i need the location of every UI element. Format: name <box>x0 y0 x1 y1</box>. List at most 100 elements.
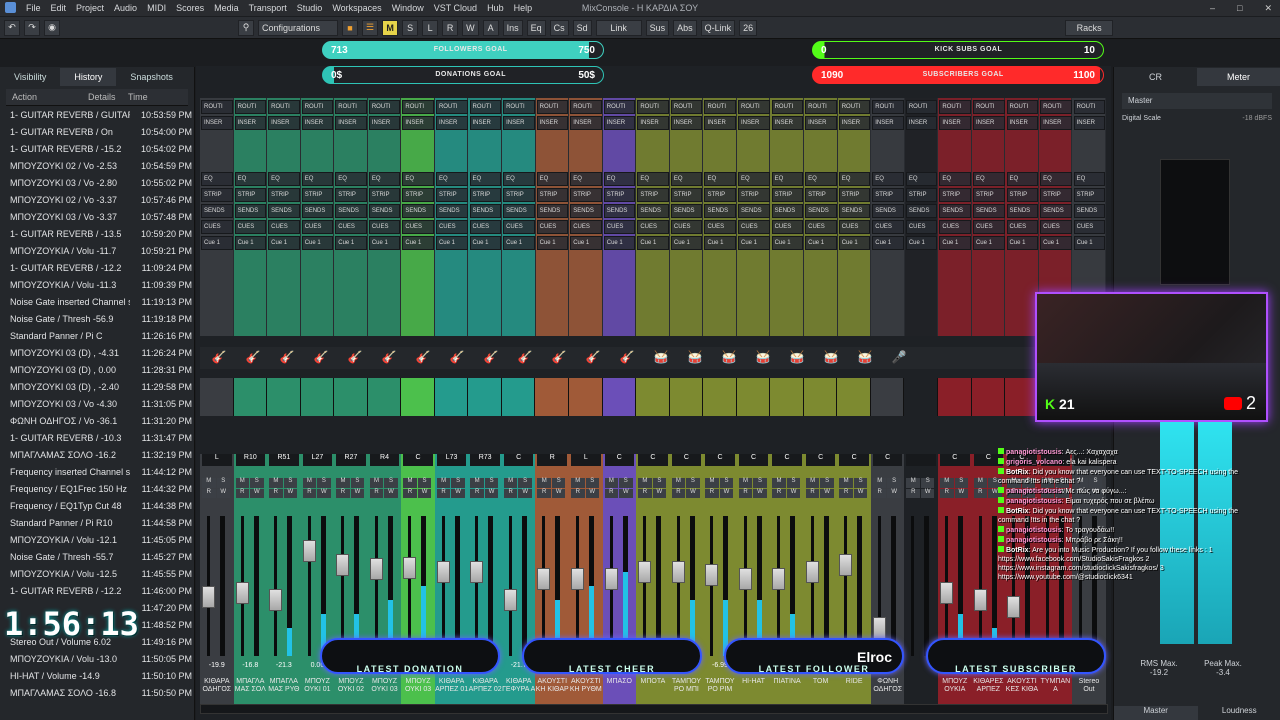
rack-button[interactable]: SENDS <box>201 204 233 218</box>
rack-button[interactable]: INSER <box>536 116 569 130</box>
rack-button[interactable]: STRIP <box>1073 188 1106 202</box>
ms-button[interactable]: W <box>350 488 365 498</box>
ms-button[interactable]: M <box>470 478 484 488</box>
ms-button[interactable]: S <box>250 478 264 488</box>
ms-button[interactable]: M <box>369 478 384 488</box>
history-row[interactable]: Standard Panner / Pi R10 11:44:58 PM <box>0 514 194 531</box>
rack-button[interactable]: CUES <box>905 220 938 234</box>
fader-cap[interactable] <box>336 554 350 576</box>
rack-button[interactable]: EQ <box>905 172 938 186</box>
ms-button[interactable]: M <box>872 478 887 488</box>
menu-item-9[interactable]: Workspaces <box>332 3 381 13</box>
history-row[interactable]: ΜΠΟΥΖΟΥΚΙΑ / Volu -12.1 11:45:05 PM <box>0 531 194 548</box>
rack-button[interactable]: CUES <box>234 220 267 234</box>
fader-cap[interactable] <box>872 617 886 639</box>
ms-button[interactable]: W <box>250 488 264 498</box>
history-row[interactable]: ΜΠΑΓΛΑΜΑΣ ΣΟΛΟ -16.8 11:50:50 PM <box>0 684 194 701</box>
ms-button[interactable]: R <box>906 488 920 498</box>
rack-button[interactable]: Cue 1 <box>503 236 535 250</box>
tab-meter[interactable]: Meter <box>1197 68 1280 86</box>
ms-button[interactable]: M <box>940 478 954 488</box>
rack-button[interactable]: ROUTI <box>738 100 770 114</box>
ms-button[interactable]: W <box>585 488 600 498</box>
rack-button[interactable]: CUES <box>469 220 502 234</box>
ms-button[interactable]: W <box>283 488 298 498</box>
racks-dropdown[interactable]: Racks <box>1065 19 1114 36</box>
history-row[interactable]: Noise Gate / Thresh -55.7 11:45:27 PM <box>0 548 194 565</box>
tab-visibility[interactable]: Visibility <box>0 68 60 86</box>
rack-button[interactable]: INSER <box>1073 116 1106 130</box>
pan-label[interactable]: C <box>940 454 970 466</box>
pan-label[interactable]: C <box>705 454 735 466</box>
ms-button[interactable]: S <box>820 478 834 488</box>
fader-track[interactable] <box>676 516 680 656</box>
ms-button[interactable]: W <box>619 488 633 498</box>
rack-button[interactable]: CUES <box>939 220 971 234</box>
history-row[interactable]: ΜΠΟΥΖΟΥΚΙ 03 (D) , -2.40 11:29:58 PM <box>0 378 194 395</box>
rack-button[interactable]: EQ <box>738 172 770 186</box>
rack-button[interactable]: STRIP <box>570 188 602 202</box>
cs-button[interactable]: Cs <box>549 19 569 36</box>
tab-cr[interactable]: CR <box>1114 68 1197 86</box>
channel-color-block[interactable] <box>267 378 301 416</box>
volume-readout[interactable]: -19.9 <box>200 662 234 669</box>
menu-item-11[interactable]: VST Cloud <box>434 3 477 13</box>
rack-button[interactable]: ROUTI <box>503 100 535 114</box>
pan-label[interactable]: R73 <box>470 454 500 466</box>
maximize-icon[interactable]: □ <box>1237 3 1242 13</box>
rack-button[interactable]: STRIP <box>1040 188 1072 202</box>
rack-button[interactable]: EQ <box>268 172 300 186</box>
rack-button[interactable]: CUES <box>570 220 602 234</box>
rack-button[interactable]: STRIP <box>771 188 804 202</box>
rack-button[interactable]: INSER <box>469 116 502 130</box>
rack-button[interactable]: STRIP <box>268 188 300 202</box>
ms-button[interactable]: R <box>571 488 585 498</box>
rack-button[interactable]: ROUTI <box>939 100 971 114</box>
pan-label[interactable]: C <box>772 454 802 466</box>
pan-label[interactable]: R27 <box>336 454 366 466</box>
close-icon[interactable]: ✕ <box>1264 3 1272 14</box>
ms-button[interactable]: W <box>820 488 834 498</box>
ms-button[interactable]: M <box>839 478 853 488</box>
history-row[interactable]: Frequency inserted Channel s 11:44:12 PM <box>0 463 194 480</box>
rack-button[interactable]: CUES <box>368 220 401 234</box>
ms-button[interactable]: M <box>671 478 686 488</box>
ms-button[interactable]: S <box>518 478 532 488</box>
pan-label[interactable]: C <box>805 454 836 466</box>
pan-label[interactable]: L73 <box>436 454 467 466</box>
sends-button[interactable]: Sd <box>572 19 592 36</box>
ms-button[interactable]: S <box>384 478 398 488</box>
rack-button[interactable]: Cue 1 <box>738 236 770 250</box>
pan-label[interactable]: L <box>202 454 232 466</box>
channel-color-block[interactable] <box>501 378 536 416</box>
ms-button[interactable]: S <box>853 478 868 488</box>
ms-button[interactable]: R <box>436 488 451 498</box>
ms-button[interactable]: S <box>619 478 633 488</box>
ms-button[interactable]: M <box>604 478 619 488</box>
rack-button[interactable]: INSER <box>805 116 837 130</box>
pan-label[interactable]: R4 <box>369 454 400 466</box>
read-button[interactable]: R <box>442 19 459 36</box>
rack-button[interactable]: EQ <box>402 172 434 186</box>
ms-button[interactable]: R <box>503 488 518 498</box>
rack-button[interactable]: INSER <box>435 116 468 130</box>
menu-item-12[interactable]: Hub <box>487 3 504 13</box>
rack-button[interactable]: STRIP <box>704 188 736 202</box>
rack-button[interactable]: Cue 1 <box>301 236 334 250</box>
rack-button[interactable]: INSER <box>872 116 904 130</box>
rack-button[interactable]: ROUTI <box>301 100 334 114</box>
rack-button[interactable]: INSER <box>637 116 669 130</box>
ms-button[interactable]: W <box>786 488 801 498</box>
ms-button[interactable]: M <box>436 478 451 488</box>
channel-color-block[interactable] <box>870 378 905 416</box>
rack-button[interactable]: ROUTI <box>805 100 837 114</box>
ms-button[interactable]: M <box>503 478 518 488</box>
pan-label[interactable]: R <box>537 454 568 466</box>
ms-button[interactable]: R <box>369 488 384 498</box>
ms-button[interactable]: S <box>317 478 331 488</box>
rack-button[interactable]: CUES <box>805 220 837 234</box>
rack-button[interactable]: CUES <box>268 220 300 234</box>
ms-button[interactable]: S <box>216 478 230 488</box>
rack-button[interactable]: SENDS <box>771 204 804 218</box>
rack-button[interactable]: Cue 1 <box>469 236 502 250</box>
